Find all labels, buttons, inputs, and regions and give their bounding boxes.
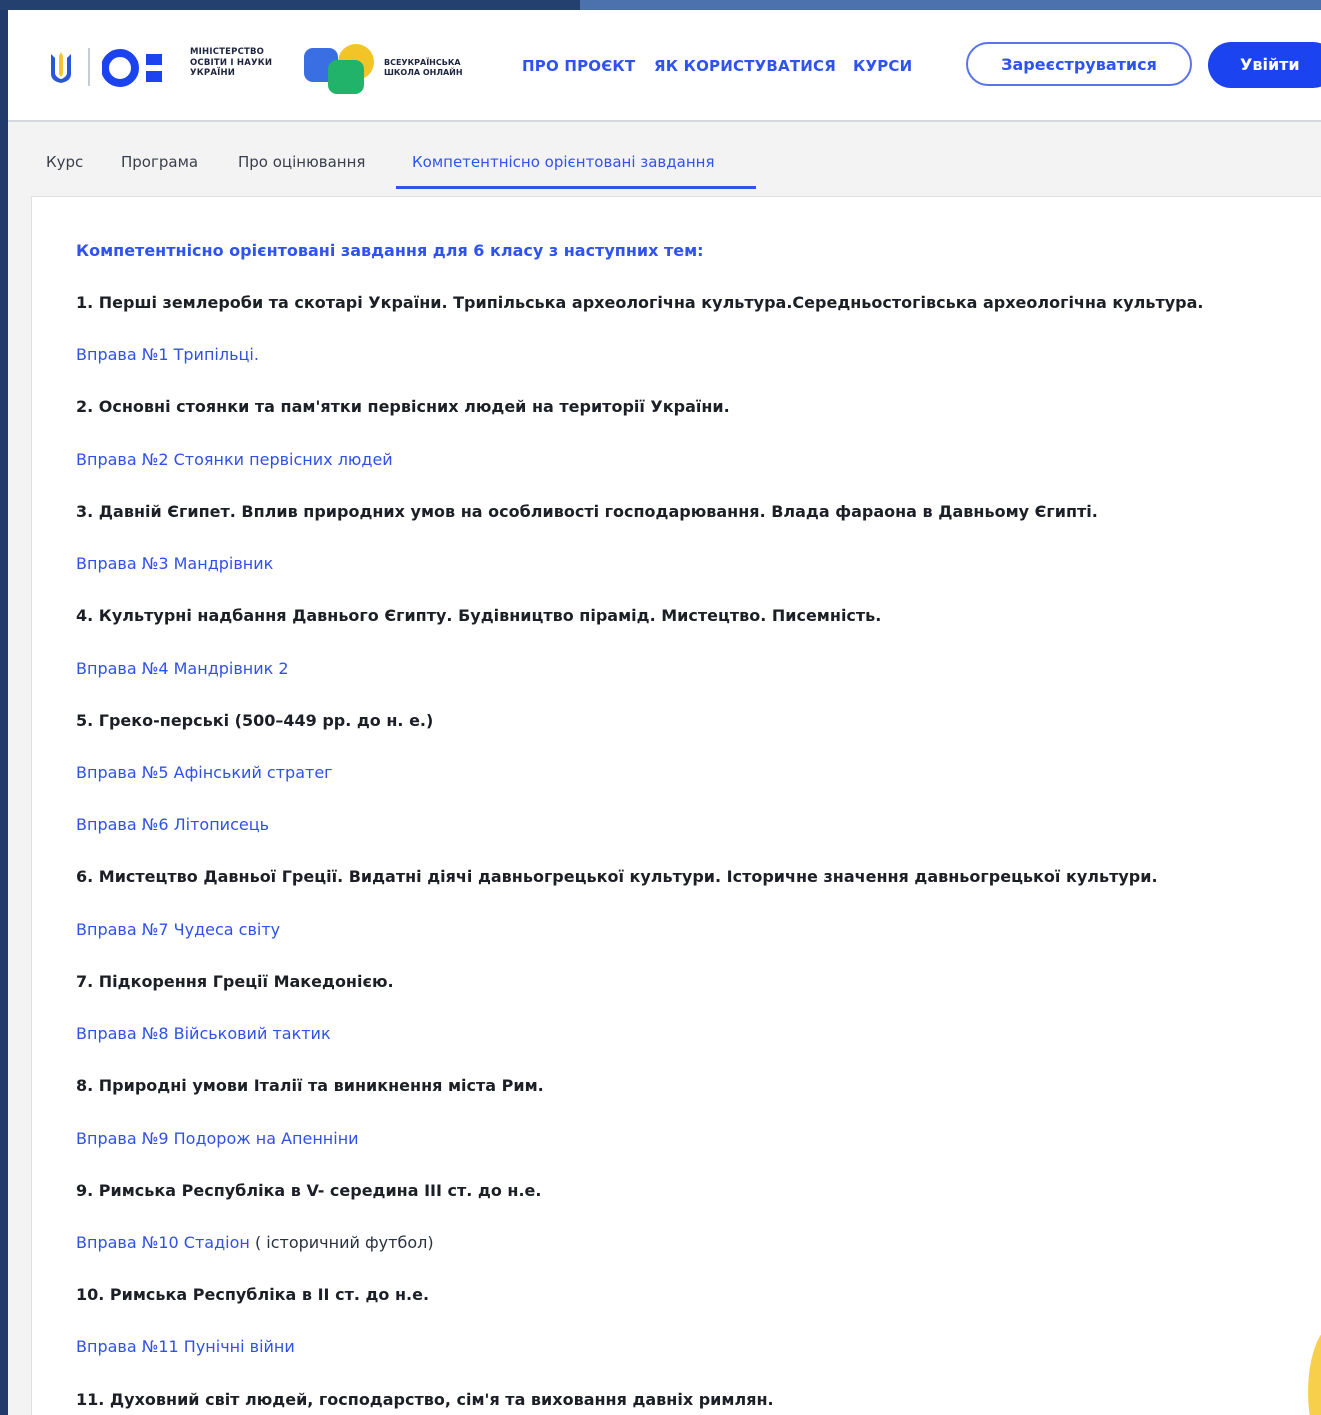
topic-item: 3. Давній Єгипет. Вплив природних умов н… (76, 502, 1098, 521)
topic-item: 7. Підкорення Греції Македонією. (76, 972, 394, 991)
tab-competency-tasks[interactable]: Компетентнісно орієнтовані завдання (412, 153, 714, 171)
exercise-link[interactable]: Вправа №4 Мандрівник 2 (76, 659, 289, 678)
exercise-link[interactable]: Вправа №3 Мандрівник (76, 554, 273, 573)
top-window-strip (0, 0, 1321, 10)
nav-about-project[interactable]: ПРО ПРОЄКТ (522, 57, 635, 75)
exercise-link[interactable]: Вправа №9 Подорож на Апенніни (76, 1129, 359, 1148)
topic-item: 5. Греко-перські (500–449 рр. до н. е.) (76, 711, 434, 730)
trident-icon (51, 52, 71, 83)
exercise-link[interactable]: Вправа №5 Афінський стратег (76, 763, 333, 782)
tab-program[interactable]: Програма (121, 153, 198, 171)
exercise-link[interactable]: Вправа №8 Військовий тактик (76, 1024, 331, 1043)
topic-item: 8. Природні умови Італії та виникнення м… (76, 1076, 544, 1095)
nav-courses[interactable]: КУРСИ (853, 57, 912, 75)
logo-divider (88, 48, 90, 86)
top-window-strip-highlight (580, 0, 1321, 10)
exercise-note: ( історичний футбол) (249, 1233, 434, 1252)
nav-how-to-use[interactable]: ЯК КОРИСТУВАТИСЯ (654, 57, 836, 75)
exercise-link[interactable]: Вправа №1 Трипільці. (76, 345, 259, 364)
active-tab-indicator (396, 186, 756, 189)
topic-item: 4. Культурні надбання Давнього Єгипту. Б… (76, 606, 882, 625)
register-button[interactable]: Зареєструватися (966, 42, 1192, 86)
login-button[interactable]: Увійти (1208, 42, 1321, 88)
topic-item: 11. Духовний світ людей, господарство, с… (76, 1390, 774, 1409)
exercise-row: Вправа №10 Стадіон ( історичний футбол) (76, 1233, 434, 1252)
school-logo-text: ВСЕУКРАЇНСЬКА ШКОЛА ОНЛАЙН (384, 58, 463, 77)
topic-item: 6. Мистецтво Давньої Греції. Видатні дія… (76, 867, 1158, 886)
exercise-link[interactable]: Вправа №7 Чудеса світу (76, 920, 280, 939)
tab-assessment[interactable]: Про оцінювання (238, 153, 365, 171)
exercise-link[interactable]: Вправа №11 Пунічні війни (76, 1337, 295, 1356)
topic-item: 9. Римська Республіка в V- середина III … (76, 1181, 542, 1200)
topic-item: 10. Римська Республіка в II ст. до н.е. (76, 1285, 430, 1304)
topic-item: 2. Основні стоянки та пам'ятки первісних… (76, 397, 730, 416)
exercise-link[interactable]: Вправа №10 Стадіон (76, 1233, 250, 1252)
browser-page: МІНІСТЕРСТВО ОСВІТИ І НАУКИ УКРАЇНИ ВСЕУ… (8, 10, 1321, 1415)
content-card: Компетентнісно орієнтовані завдання для … (31, 196, 1321, 1415)
topic-item: 1. Перші землероби та скотарі України. Т… (76, 293, 1204, 312)
site-header: МІНІСТЕРСТВО ОСВІТИ І НАУКИ УКРАЇНИ ВСЕУ… (8, 10, 1321, 122)
course-tabs: Курс Програма Про оцінювання Компетентні… (8, 122, 1321, 192)
ministry-logo-icon (102, 49, 162, 87)
school-logo-icon (304, 44, 374, 94)
tab-course[interactable]: Курс (46, 153, 83, 171)
exercise-link[interactable]: Вправа №6 Літописець (76, 815, 269, 834)
content-heading: Компетентнісно орієнтовані завдання для … (76, 241, 704, 260)
exercise-link[interactable]: Вправа №2 Стоянки первісних людей (76, 450, 393, 469)
ministry-logo-text: МІНІСТЕРСТВО ОСВІТИ І НАУКИ УКРАЇНИ (190, 47, 273, 78)
